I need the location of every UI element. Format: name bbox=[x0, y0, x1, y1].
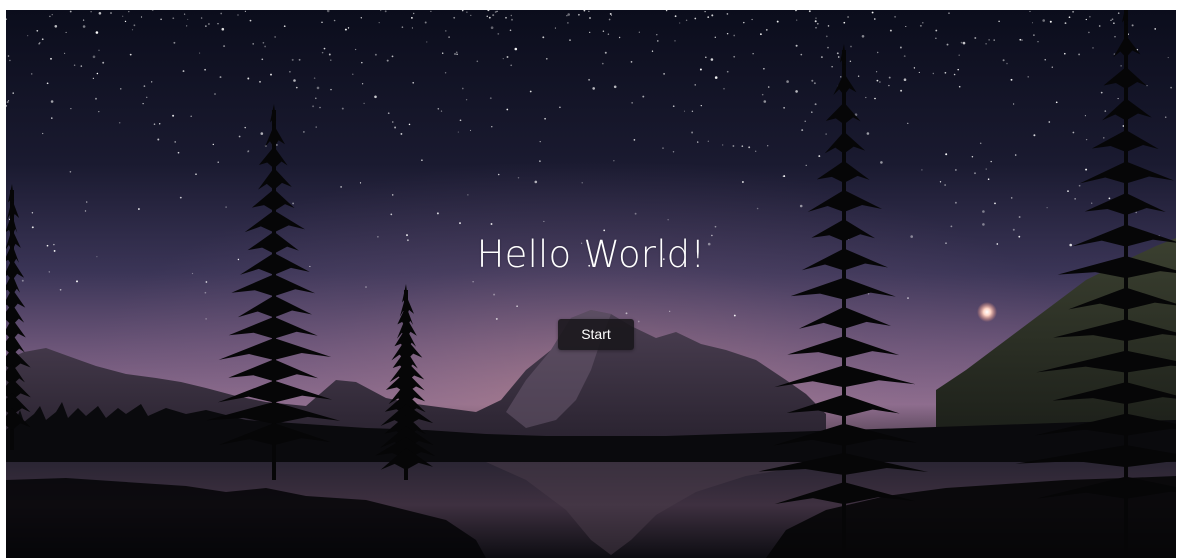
start-button[interactable]: Start bbox=[558, 319, 634, 350]
hero-section: Hello World! Start bbox=[6, 10, 1176, 558]
background-landscape-image bbox=[6, 10, 1176, 558]
hero-title: Hello World! bbox=[476, 233, 706, 276]
